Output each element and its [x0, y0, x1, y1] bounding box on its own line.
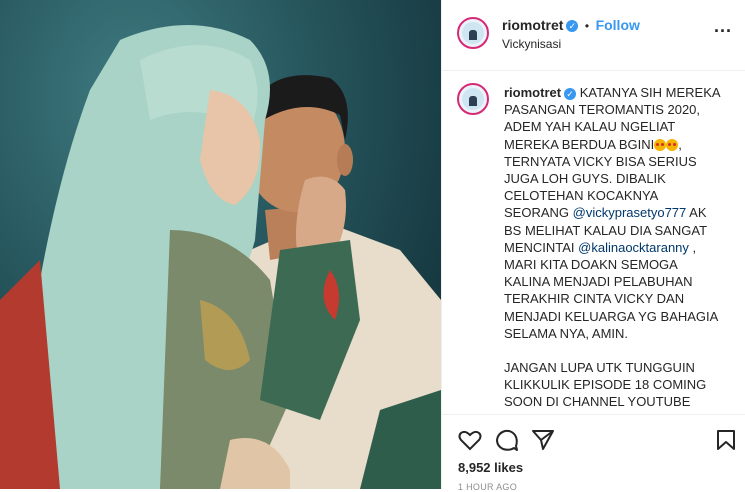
heart-eyes-emoji-icon	[666, 139, 679, 152]
caption-username-link[interactable]: riomotret	[504, 85, 561, 100]
caption-avatar[interactable]	[457, 83, 489, 115]
follow-button[interactable]: Follow	[596, 17, 640, 33]
post-header: riomotret ✓ • Follow Vickynisasi ...	[442, 0, 745, 71]
avatar[interactable]	[457, 17, 489, 49]
post-side-panel: riomotret ✓ • Follow Vickynisasi ... riom…	[441, 0, 745, 492]
post-photo[interactable]	[0, 0, 441, 489]
separator-dot: •	[584, 19, 590, 33]
send-icon[interactable]	[531, 429, 555, 451]
verified-badge-icon: ✓	[564, 87, 577, 100]
post-timestamp[interactable]: 1 HOUR AGO	[458, 482, 517, 492]
verified-badge-icon: ✓	[566, 19, 579, 32]
mention-link[interactable]: @vickyprasetyo777	[573, 205, 687, 220]
post-actions-bar: 8,952 likes 1 HOUR AGO	[442, 414, 745, 492]
heart-icon[interactable]	[458, 429, 482, 451]
mention-link[interactable]: @kalinaocktaranny	[578, 240, 689, 255]
header-title-row: riomotret ✓ • Follow	[502, 17, 640, 35]
heart-eyes-emoji-icon	[654, 139, 667, 152]
comment-icon[interactable]	[495, 429, 519, 451]
username-link[interactable]: riomotret	[502, 17, 563, 33]
likes-count[interactable]: 8,952 likes	[458, 460, 523, 475]
bookmark-icon[interactable]	[716, 429, 736, 451]
couple-photo-illustration	[0, 25, 441, 489]
location-link[interactable]: Vickynisasi	[502, 37, 561, 51]
more-options-icon[interactable]: ...	[714, 16, 732, 37]
